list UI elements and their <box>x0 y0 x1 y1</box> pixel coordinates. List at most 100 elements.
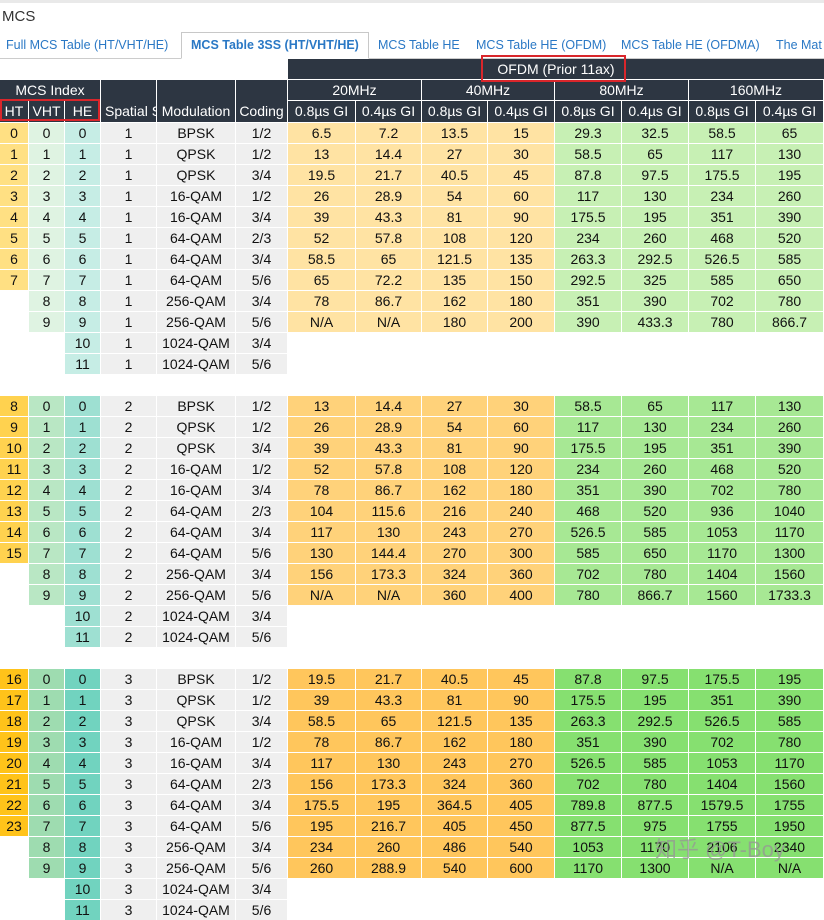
rate-cell <box>356 333 421 353</box>
top-bar <box>0 0 824 3</box>
rate-cell: 866.7 <box>622 585 688 605</box>
rate-cell: 585 <box>622 753 688 773</box>
table-cell: 5/6 <box>236 543 287 563</box>
table-cell: 9 <box>29 312 64 332</box>
rate-cell: 468 <box>555 501 621 521</box>
rate-cell: N/A <box>288 585 355 605</box>
rate-cell: 234 <box>689 417 755 437</box>
table-cell: 1 <box>29 417 64 437</box>
table-cell: 256-QAM <box>157 585 235 605</box>
table-cell <box>29 879 64 899</box>
rate-cell: 585 <box>622 522 688 542</box>
table-cell: 14 <box>0 522 28 542</box>
rate-cell: 390 <box>555 312 621 332</box>
table-cell: 7 <box>65 270 100 290</box>
mcs-index-header: MCS Index <box>0 80 100 100</box>
rate-cell: 1755 <box>756 795 823 815</box>
rate-cell: 780 <box>622 564 688 584</box>
rate-cell: 260 <box>622 228 688 248</box>
table-cell: 9 <box>65 585 100 605</box>
rate-cell: 270 <box>422 543 487 563</box>
rate-cell: 351 <box>555 291 621 311</box>
table-cell: 256-QAM <box>157 291 235 311</box>
rate-cell <box>488 879 554 899</box>
rate-cell: 117 <box>288 522 355 542</box>
rate-cell: 650 <box>756 270 823 290</box>
table-cell: 1 <box>101 270 156 290</box>
rate-cell: 162 <box>422 480 487 500</box>
table-cell: 1/2 <box>236 144 287 164</box>
rate-cell: 526.5 <box>555 753 621 773</box>
rate-cell: 526.5 <box>689 249 755 269</box>
tab-mcs-table-he-ofdma[interactable]: MCS Table HE (OFDMA) <box>621 33 760 58</box>
rate-cell <box>356 627 421 647</box>
tab-mcs-table-he[interactable]: MCS Table HE <box>378 33 460 58</box>
rate-cell: 1053 <box>555 837 621 857</box>
table-cell: 3 <box>29 186 64 206</box>
table-cell: 4 <box>65 753 100 773</box>
tab-the-matrix[interactable]: The Mat <box>776 33 822 58</box>
rate-cell <box>622 606 688 626</box>
table-cell: 8 <box>65 564 100 584</box>
rate-cell: 486 <box>422 837 487 857</box>
rate-cell: 45 <box>488 669 554 689</box>
table-cell: 2 <box>0 165 28 185</box>
table-cell: 1/2 <box>236 417 287 437</box>
table-cell: 1 <box>29 690 64 710</box>
rate-cell <box>488 333 554 353</box>
table-cell <box>0 333 28 353</box>
rate-cell: 60 <box>488 186 554 206</box>
table-cell: 6 <box>29 249 64 269</box>
rate-cell: 65 <box>622 396 688 416</box>
table-cell <box>29 627 64 647</box>
tab-full-mcs-table[interactable]: Full MCS Table (HT/VHT/HE) <box>6 33 168 58</box>
table-cell: 64-QAM <box>157 774 235 794</box>
table-cell: 3 <box>29 732 64 752</box>
table-cell: 3 <box>65 459 100 479</box>
rate-cell: 6.5 <box>288 123 355 143</box>
modulation-header: Modulation <box>157 101 235 122</box>
table-cell: QPSK <box>157 438 235 458</box>
table-cell: 8 <box>29 837 64 857</box>
table-cell: 2/3 <box>236 501 287 521</box>
rate-cell: 1560 <box>756 774 823 794</box>
rate-cell: 540 <box>488 837 554 857</box>
rate-cell: 180 <box>488 291 554 311</box>
rate-cell: 540 <box>422 858 487 878</box>
gi-header-6: 0.4µs GI <box>622 101 688 122</box>
rate-cell <box>422 606 487 626</box>
rate-cell: 526.5 <box>555 522 621 542</box>
rate-cell: 162 <box>422 291 487 311</box>
ht-header: HT <box>0 101 28 122</box>
table-cell: 1/2 <box>236 732 287 752</box>
table-cell: 3 <box>0 186 28 206</box>
table-cell: 2 <box>101 480 156 500</box>
table-cell: 5/6 <box>236 312 287 332</box>
table-cell: 4 <box>0 207 28 227</box>
rate-cell: 135 <box>488 249 554 269</box>
table-cell: 3/4 <box>236 837 287 857</box>
rate-cell: 39 <box>288 438 355 458</box>
table-cell: 3 <box>101 816 156 836</box>
table-cell: 3 <box>101 669 156 689</box>
table-cell: 3 <box>101 732 156 752</box>
rate-cell: 1579.5 <box>689 795 755 815</box>
rate-cell: 87.8 <box>555 165 621 185</box>
rate-cell: 57.8 <box>356 228 421 248</box>
rate-cell: 780 <box>555 585 621 605</box>
rate-cell: 364.5 <box>422 795 487 815</box>
rate-cell: 108 <box>422 459 487 479</box>
rate-cell <box>555 879 621 899</box>
table-cell: 11 <box>65 354 100 374</box>
rate-cell: 90 <box>488 207 554 227</box>
table-cell: 0 <box>29 669 64 689</box>
table-cell: 19 <box>0 732 28 752</box>
table-cell: 1 <box>101 333 156 353</box>
rate-cell: 780 <box>756 480 823 500</box>
tab-mcs-table-3ss[interactable]: MCS Table 3SS (HT/VHT/HE) <box>181 32 369 59</box>
rate-cell: 526.5 <box>689 711 755 731</box>
tab-mcs-table-he-ofdm[interactable]: MCS Table HE (OFDM) <box>476 33 606 58</box>
rate-cell <box>488 900 554 920</box>
table-cell: QPSK <box>157 165 235 185</box>
rate-cell: 45 <box>488 165 554 185</box>
